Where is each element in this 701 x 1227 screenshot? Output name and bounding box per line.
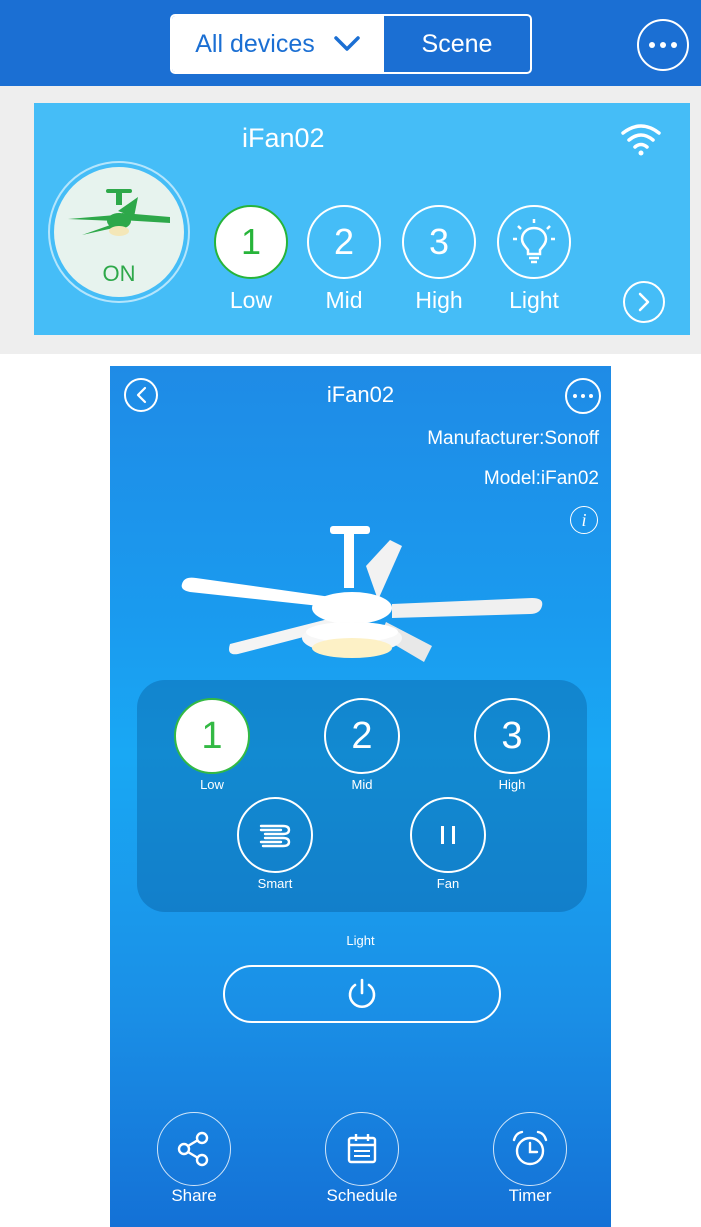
timer-label: Timer xyxy=(508,1186,552,1205)
scene-tab[interactable]: Scene xyxy=(384,16,530,72)
fan-mode-label: Fan xyxy=(436,876,460,891)
speed-number: 3 xyxy=(428,221,450,262)
info-icon[interactable]: i xyxy=(570,506,598,534)
speed-number: 2 xyxy=(351,714,373,757)
manufacturer-text: Manufacturer:Sonoff xyxy=(427,428,599,449)
detail-speed-button-1[interactable]: 1 xyxy=(174,698,250,774)
power-icon xyxy=(348,978,376,1008)
speed-number: 3 xyxy=(501,714,523,757)
wifi-icon xyxy=(621,124,661,156)
info-glyph: i xyxy=(581,509,587,530)
share-label: Share xyxy=(171,1186,217,1205)
top-header: All devices Scene xyxy=(0,0,701,86)
calendar-icon xyxy=(347,1134,377,1164)
speed-button-2[interactable]: 2 xyxy=(307,205,381,279)
smart-mode-button[interactable] xyxy=(237,797,313,873)
smart-mode-label: Smart xyxy=(257,876,293,891)
wind-icon xyxy=(259,824,291,848)
scene-label: Scene xyxy=(421,29,493,58)
detail-speed-button-3[interactable]: 3 xyxy=(474,698,550,774)
all-devices-label: All devices xyxy=(195,29,315,58)
device-scene-toggle: All devices Scene xyxy=(170,14,532,74)
detail-speed-button-2[interactable]: 2 xyxy=(324,698,400,774)
schedule-button[interactable] xyxy=(325,1112,399,1186)
fan-mode-button[interactable] xyxy=(410,797,486,873)
speed-number: 1 xyxy=(201,714,223,757)
light-label: Light xyxy=(509,287,559,313)
light-button[interactable] xyxy=(497,205,571,279)
share-icon xyxy=(177,1131,209,1167)
device-title: iFan02 xyxy=(326,382,395,407)
speed-number: 2 xyxy=(333,221,355,262)
light-power-button[interactable] xyxy=(223,965,501,1023)
alarm-clock-icon xyxy=(512,1130,548,1166)
speed-label-low: Low xyxy=(229,287,273,313)
light-section-label: Light xyxy=(346,933,375,948)
ceiling-fan-icon xyxy=(68,189,170,236)
ceiling-fan-illustration xyxy=(181,526,543,662)
timer-button[interactable] xyxy=(493,1112,567,1186)
speed-number: 1 xyxy=(240,221,262,262)
control-panel: 1 Low 2 Mid 3 High Smart Fan xyxy=(137,680,587,912)
card-detail-button[interactable] xyxy=(623,281,665,323)
device-card[interactable]: iFan02 ON 1 Low 2 Mid 3 High Light xyxy=(34,103,690,335)
device-more-button[interactable] xyxy=(565,378,601,414)
lightbulb-icon xyxy=(513,219,555,264)
share-button[interactable] xyxy=(157,1112,231,1186)
schedule-label: Schedule xyxy=(326,1186,398,1205)
chevron-down-icon xyxy=(334,36,360,51)
model-text: Model:iFan02 xyxy=(483,468,599,489)
speed-button-1[interactable]: 1 xyxy=(214,205,288,279)
detail-speed-label-mid: Mid xyxy=(351,777,373,792)
pause-icon xyxy=(441,826,455,844)
chevron-right-icon xyxy=(638,292,650,312)
device-card-title: iFan02 xyxy=(242,123,325,153)
more-dots-icon xyxy=(649,42,677,48)
speed-label-mid: Mid xyxy=(325,287,363,313)
speed-button-3[interactable]: 3 xyxy=(402,205,476,279)
device-detail-screen: iFan02 Manufacturer:Sonoff Model:iFan02 … xyxy=(110,366,611,1227)
detail-speed-label-low: Low xyxy=(200,777,224,792)
power-state-label: ON xyxy=(102,261,136,286)
speed-label-high: High xyxy=(415,287,463,313)
all-devices-tab[interactable]: All devices xyxy=(172,16,384,72)
detail-speed-label-high: High xyxy=(498,777,526,792)
more-options-button[interactable] xyxy=(637,19,689,71)
fan-power-button[interactable]: ON xyxy=(54,167,184,297)
more-dots-icon xyxy=(573,394,593,398)
